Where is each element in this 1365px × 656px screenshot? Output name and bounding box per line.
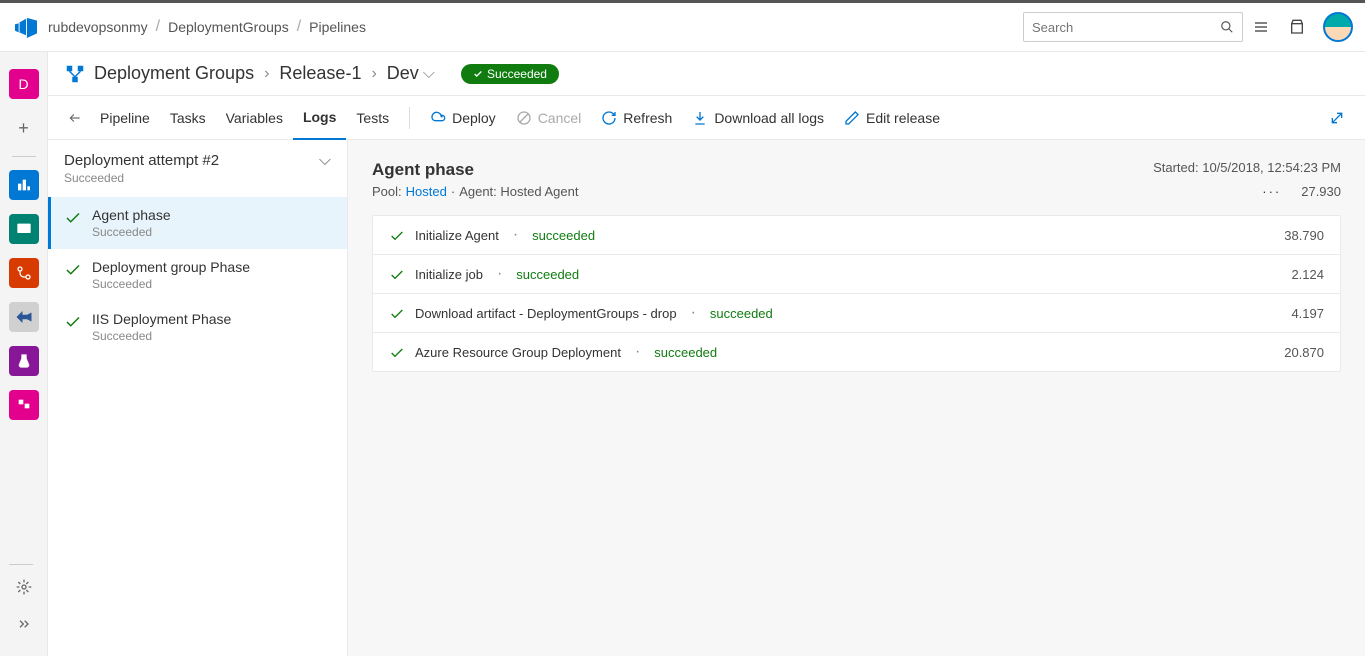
chevron-down-icon[interactable]: ⌵ (319, 152, 331, 170)
tab-tasks[interactable]: Tasks (160, 96, 216, 140)
edit-release-button[interactable]: Edit release (834, 110, 950, 126)
back-arrow-icon[interactable] (60, 111, 90, 125)
nav-dashboards-icon[interactable] (9, 170, 39, 200)
step-row[interactable]: Download artifact - DeploymentGroups - d… (373, 294, 1340, 333)
step-row[interactable]: Initialize job · succeeded 2.124 (373, 255, 1340, 294)
check-icon (64, 261, 82, 279)
phase-status: Succeeded (92, 225, 171, 239)
deployment-attempt-dropdown[interactable]: Deployment attempt #2 Succeeded ⌵ (48, 140, 347, 197)
azure-devops-logo[interactable] (12, 13, 40, 41)
crumb-release[interactable]: Release-1 (279, 63, 361, 84)
breadcrumb-project[interactable]: DeploymentGroups (160, 19, 297, 35)
total-duration: 27.930 (1301, 184, 1341, 199)
more-menu-icon[interactable]: ··· (1262, 184, 1281, 199)
check-icon (64, 209, 82, 227)
shopping-bag-icon[interactable] (1279, 19, 1315, 35)
tab-logs[interactable]: Logs (293, 96, 346, 140)
user-avatar[interactable] (1323, 12, 1353, 42)
cancel-icon (516, 110, 532, 126)
search-icon[interactable] (1220, 20, 1234, 34)
check-icon (389, 267, 405, 283)
step-duration: 2.124 (1291, 267, 1324, 282)
check-icon (389, 306, 405, 322)
step-duration: 4.197 (1291, 306, 1324, 321)
step-status: succeeded (710, 306, 773, 321)
nav-boards-icon[interactable] (9, 214, 39, 244)
refresh-button[interactable]: Refresh (591, 110, 682, 126)
phase-list-panel: Deployment attempt #2 Succeeded ⌵ Agent … (48, 140, 348, 656)
step-status: succeeded (516, 267, 579, 282)
attempt-status: Succeeded (64, 171, 219, 185)
breadcrumb-section[interactable]: Pipelines (301, 19, 374, 35)
nav-testplans-icon[interactable] (9, 346, 39, 376)
refresh-icon (601, 110, 617, 126)
phase-name: Agent phase (92, 207, 171, 223)
nav-artifacts-icon[interactable] (9, 390, 39, 420)
step-name: Download artifact - DeploymentGroups - d… (415, 306, 677, 321)
deployment-group-icon (64, 63, 86, 85)
detail-started-time: Started: 10/5/2018, 12:54:23 PM (1153, 160, 1341, 175)
cloud-icon (430, 110, 446, 126)
step-name: Azure Resource Group Deployment (415, 345, 621, 360)
breadcrumb-org[interactable]: rubdevopsonmy (40, 19, 156, 35)
step-duration: 38.790 (1284, 228, 1324, 243)
step-name: Initialize job (415, 267, 483, 282)
step-list: Initialize Agent · succeeded 38.790 Init… (372, 215, 1341, 372)
edit-icon (844, 110, 860, 126)
step-status: succeeded (532, 228, 595, 243)
deploy-button[interactable]: Deploy (420, 110, 506, 126)
chevron-right-icon: › (264, 65, 269, 83)
step-name: Initialize Agent (415, 228, 499, 243)
detail-title: Agent phase (372, 160, 474, 180)
nav-add-icon[interactable]: + (9, 113, 39, 143)
phase-name: Deployment group Phase (92, 259, 250, 275)
nav-project-icon[interactable]: D (9, 69, 39, 99)
crumb-deployment-groups[interactable]: Deployment Groups (94, 63, 254, 84)
download-logs-button[interactable]: Download all logs (682, 110, 834, 126)
search-box[interactable] (1023, 12, 1243, 42)
step-row[interactable]: Azure Resource Group Deployment · succee… (373, 333, 1340, 371)
nav-settings-icon[interactable] (9, 572, 39, 602)
chevron-right-icon: › (371, 65, 376, 83)
phase-item-agent[interactable]: Agent phase Succeeded (48, 197, 347, 249)
step-row[interactable]: Initialize Agent · succeeded 38.790 (373, 216, 1340, 255)
tab-pipeline[interactable]: Pipeline (90, 96, 160, 140)
agent-label: Agent: Hosted Agent (459, 184, 578, 199)
left-nav-rail: D + (0, 52, 48, 656)
phase-status: Succeeded (92, 329, 231, 343)
nav-collapse-icon[interactable] (9, 609, 39, 639)
tab-variables[interactable]: Variables (216, 96, 293, 140)
pool-label: Pool: (372, 184, 402, 199)
download-icon (692, 110, 708, 126)
check-icon (64, 313, 82, 331)
phase-status: Succeeded (92, 277, 250, 291)
chevron-down-icon[interactable]: ⌵ (423, 65, 435, 83)
check-icon (389, 228, 405, 244)
expand-icon[interactable] (1329, 110, 1345, 126)
status-badge: Succeeded (461, 64, 559, 84)
crumb-stage[interactable]: Dev (387, 63, 419, 84)
phase-item-iis[interactable]: IIS Deployment Phase Succeeded (48, 301, 347, 353)
nav-repos-icon[interactable] (9, 258, 39, 288)
tab-tests[interactable]: Tests (346, 96, 399, 140)
step-duration: 20.870 (1284, 345, 1324, 360)
pool-link[interactable]: Hosted (406, 184, 447, 199)
attempt-title: Deployment attempt #2 (64, 152, 219, 169)
search-input[interactable] (1032, 20, 1220, 35)
list-icon[interactable] (1243, 19, 1279, 35)
step-status: succeeded (654, 345, 717, 360)
phase-item-deployment-group[interactable]: Deployment group Phase Succeeded (48, 249, 347, 301)
phase-name: IIS Deployment Phase (92, 311, 231, 327)
nav-pipelines-icon[interactable] (9, 302, 39, 332)
cancel-button: Cancel (506, 110, 592, 126)
check-icon (389, 345, 405, 361)
